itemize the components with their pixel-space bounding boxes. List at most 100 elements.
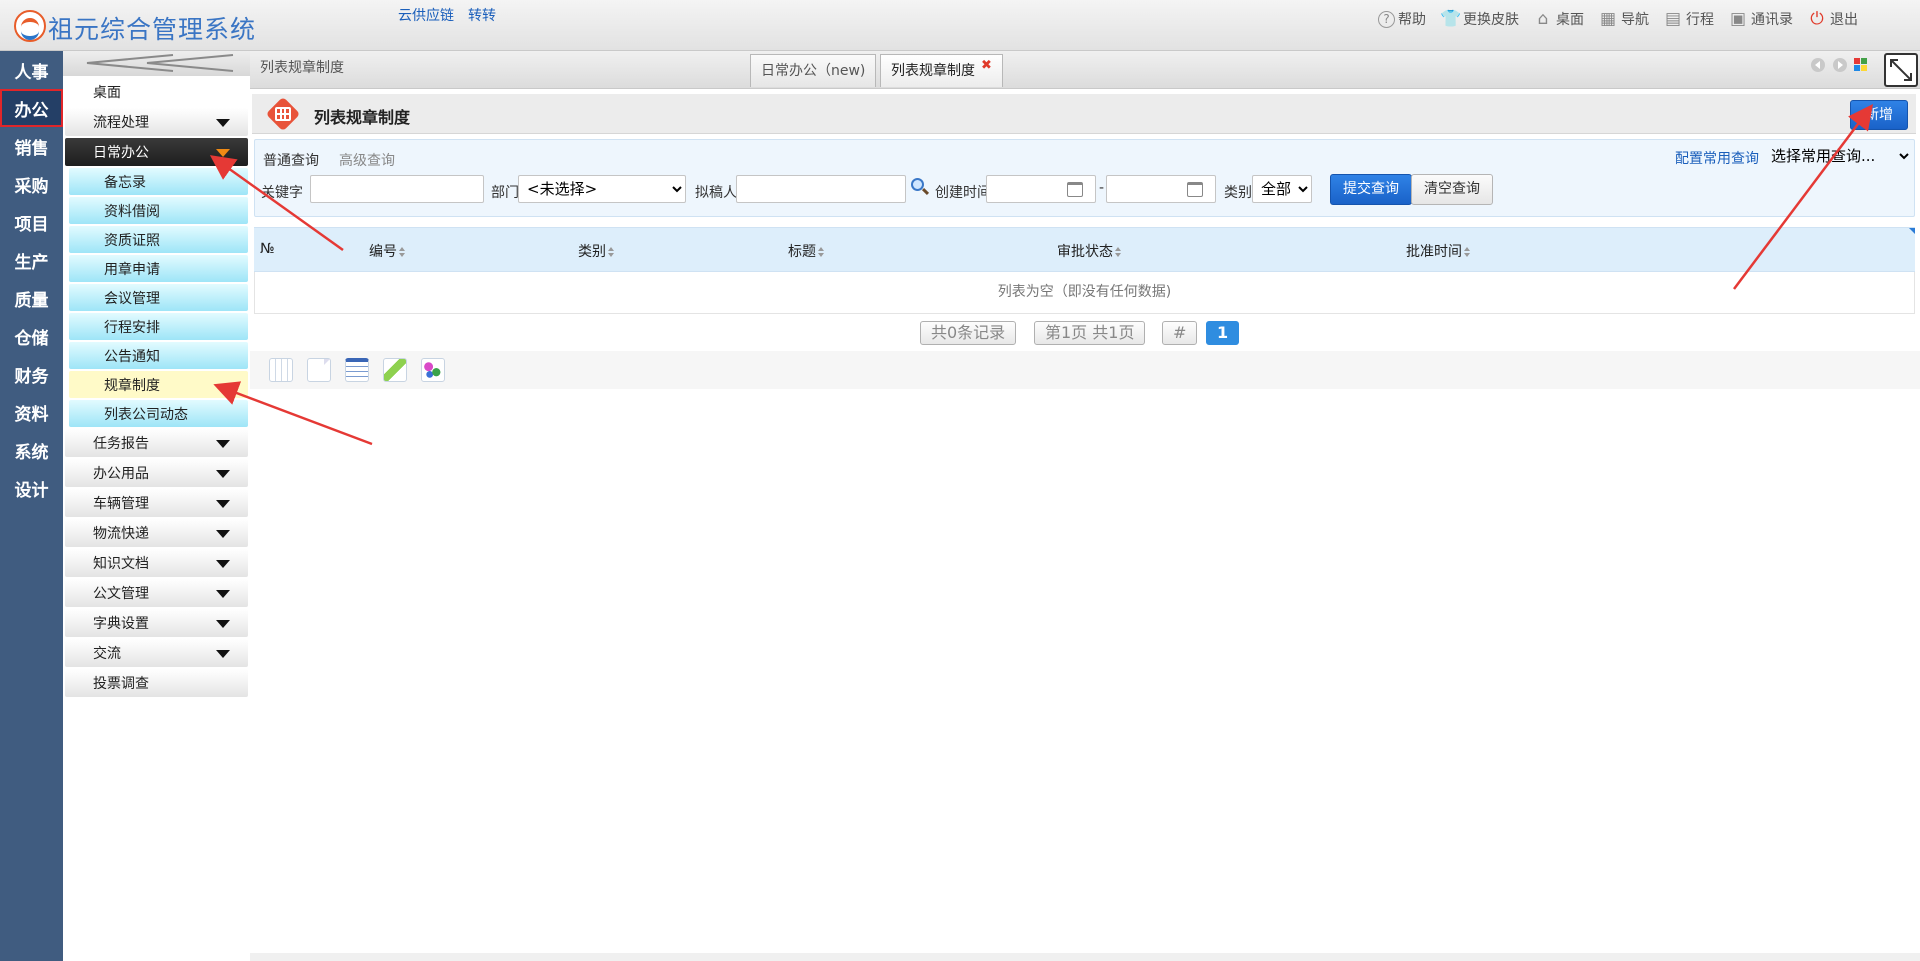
module-warehouse[interactable]: 仓储 — [0, 317, 63, 355]
col-label: 批准时间 — [1406, 244, 1462, 260]
module-materials[interactable]: 资料 — [0, 393, 63, 431]
tab-regulations-list[interactable]: 列表规章制度 ✖ — [880, 54, 1003, 87]
sidebar-item-communication[interactable]: 交流 — [65, 639, 248, 667]
calendar-icon[interactable] — [1187, 182, 1203, 197]
col-title[interactable]: 标题 — [788, 241, 824, 261]
empty-table-message: 列表为空（即没有任何数据) — [254, 272, 1915, 314]
calendar-icon[interactable] — [1067, 182, 1083, 197]
sidebar-subitem-seal-request[interactable]: 用章申请 — [69, 255, 248, 282]
tab-normal-search[interactable]: 普通查询 — [263, 150, 319, 170]
menu-desktop[interactable]: ⌂ 桌面 — [1533, 9, 1584, 29]
link-zhuanzhuan[interactable]: 转转 — [468, 5, 496, 25]
col-approval-time[interactable]: 批准时间 — [1406, 241, 1470, 261]
page-1-button[interactable]: 1 — [1206, 321, 1240, 345]
sort-icon — [1115, 247, 1121, 257]
sidebar-subitem-regulations[interactable]: 规章制度 — [69, 371, 248, 398]
menu-schedule[interactable]: ▤ 行程 — [1663, 9, 1714, 29]
sidebar-item-daily-office[interactable]: 日常办公 — [65, 138, 248, 166]
maximize-icon[interactable] — [1884, 53, 1918, 87]
sidebar-item-label: 流程处理 — [93, 115, 149, 131]
menu-help[interactable]: ? 帮助 — [1378, 9, 1426, 29]
sidebar-item-official-docs[interactable]: 公文管理 — [65, 579, 248, 607]
sidebar-item-label: 知识文档 — [93, 556, 149, 572]
col-label: 编号 — [369, 244, 397, 260]
module-quality[interactable]: 质量 — [0, 279, 63, 317]
select-columns-icon[interactable] — [269, 358, 293, 382]
table-view-icon[interactable] — [345, 358, 369, 382]
sidebar-item-voting[interactable]: 投票调查 — [65, 669, 248, 697]
category-select[interactable]: 全部 — [1252, 175, 1312, 203]
col-code[interactable]: 编号 — [369, 241, 405, 261]
shirt-icon: 👕 — [1440, 9, 1462, 29]
sidebar-subitem-schedule[interactable]: 行程安排 — [69, 313, 248, 340]
power-icon: ⏻ — [1810, 9, 1824, 29]
sidebar-item-logistics[interactable]: 物流快递 — [65, 519, 248, 547]
sidebar-item-knowledge[interactable]: 知识文档 — [65, 549, 248, 577]
add-new-button[interactable]: 新增 — [1850, 100, 1908, 130]
drafter-input[interactable] — [736, 175, 906, 203]
sidebar-subitem-announcements[interactable]: 公告通知 — [69, 342, 248, 369]
menu-help-label: 帮助 — [1398, 12, 1426, 28]
double-chevron-left-icon — [86, 54, 234, 72]
keyword-label: 关键字 — [261, 185, 303, 201]
bottom-strip — [250, 953, 1920, 961]
tab-advanced-search[interactable]: 高级查询 — [339, 150, 395, 170]
tab-scroll-left-icon[interactable] — [1811, 58, 1825, 72]
caret-down-icon — [216, 149, 230, 157]
tab-list-icon[interactable] — [1854, 58, 1867, 71]
module-finance[interactable]: 财务 — [0, 355, 63, 393]
config-common-query-link[interactable]: 配置常用查询 — [1675, 148, 1759, 168]
sidebar-item-task-report[interactable]: 任务报告 — [65, 429, 248, 457]
tab-daily-office[interactable]: 日常办公（new) — [750, 54, 877, 87]
module-design[interactable]: 设计 — [0, 469, 63, 507]
module-hr[interactable]: 人事 — [0, 51, 63, 89]
col-approval-status[interactable]: 审批状态 — [1057, 241, 1121, 261]
menu-contacts[interactable]: ▣ 通讯录 — [1728, 9, 1793, 29]
plugin-icon[interactable] — [421, 358, 445, 382]
module-project[interactable]: 项目 — [0, 203, 63, 241]
search-lookup-icon[interactable] — [911, 178, 924, 191]
sidebar-item-dictionary[interactable]: 字典设置 — [65, 609, 248, 637]
sidebar-item-vehicles[interactable]: 车辆管理 — [65, 489, 248, 517]
search-mode-tabs: 普通查询 高级查询 — [263, 150, 395, 170]
sidebar-collapse-button[interactable] — [63, 51, 250, 76]
breadcrumb: 列表规章制度 — [260, 60, 344, 76]
module-office[interactable]: 办公 — [0, 89, 63, 127]
sidebar-item-label: 字典设置 — [93, 616, 149, 632]
sidebar-subitem-doc-borrow[interactable]: 资料借阅 — [69, 197, 248, 224]
clear-query-button[interactable]: 清空查询 — [1411, 174, 1493, 205]
link-cloud-supply-chain[interactable]: 云供应链 — [398, 5, 454, 25]
caret-down-icon — [216, 500, 230, 508]
module-production[interactable]: 生产 — [0, 241, 63, 279]
tab-label: 日常办公（new) — [761, 63, 866, 79]
module-purchase[interactable]: 采购 — [0, 165, 63, 203]
data-table: № 编号 类别 标题 审批状态 批准时间 列表为空（即没有任何数据) — [254, 227, 1915, 314]
sidebar-item-desktop[interactable]: 桌面 — [65, 78, 248, 106]
menu-desktop-label: 桌面 — [1556, 12, 1584, 28]
close-tab-icon[interactable]: ✖ — [981, 58, 992, 73]
sidebar-item-workflow[interactable]: 流程处理 — [65, 108, 248, 136]
calendar-icon: ▤ — [1664, 9, 1682, 29]
sidebar-subitem-company-news[interactable]: 列表公司动态 — [69, 400, 248, 427]
module-nav: 人事 办公 销售 采购 项目 生产 质量 仓储 财务 资料 系统 设计 — [0, 51, 63, 961]
sidebar-item-office-supplies[interactable]: 办公用品 — [65, 459, 248, 487]
edit-pencil-icon[interactable] — [383, 358, 407, 382]
menu-change-skin[interactable]: 👕 更换皮肤 — [1440, 9, 1519, 29]
top-header: 祖元综合管理系统 云供应链 转转 ? 帮助 👕 更换皮肤 ⌂ 桌面 ▦ 导航 ▤ 行程 ▣… — [0, 0, 1920, 51]
common-query-select[interactable]: 选择常用查询... — [1767, 144, 1912, 168]
blank-page-icon[interactable] — [307, 358, 331, 382]
module-system[interactable]: 系统 — [0, 431, 63, 469]
keyword-input[interactable] — [310, 175, 484, 203]
app-title: 祖元综合管理系统 — [48, 15, 257, 44]
module-sales[interactable]: 销售 — [0, 127, 63, 165]
menu-navigation[interactable]: ▦ 导航 — [1598, 9, 1649, 29]
menu-logout[interactable]: ⏻ 退出 — [1807, 9, 1858, 29]
col-category[interactable]: 类别 — [578, 241, 614, 261]
tab-scroll-right-icon[interactable] — [1833, 58, 1847, 72]
sidebar-subitem-meetings[interactable]: 会议管理 — [69, 284, 248, 311]
sidebar-subitem-memo[interactable]: 备忘录 — [69, 168, 248, 195]
department-select[interactable]: <未选择> — [518, 175, 686, 203]
submit-query-button[interactable]: 提交查询 — [1330, 174, 1412, 205]
page-jump-button[interactable]: # — [1162, 321, 1198, 345]
sidebar-subitem-certificates[interactable]: 资质证照 — [69, 226, 248, 253]
